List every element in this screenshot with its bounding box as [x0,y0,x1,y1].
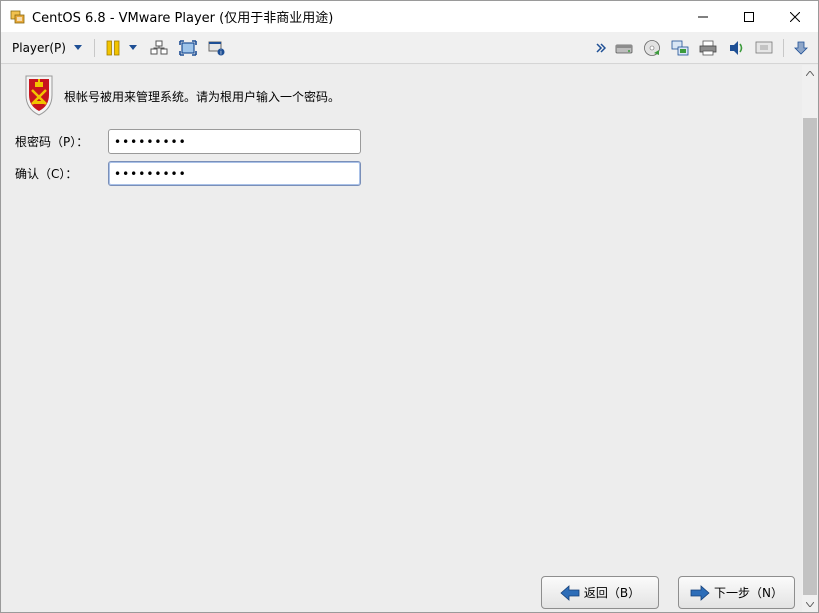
back-button[interactable]: 返回（B） [541,576,659,609]
arrow-left-icon [560,584,580,601]
confirm-password-row: 确认（C）： ••••••••• [15,161,361,186]
close-icon [790,11,800,22]
unity-icon[interactable]: i [208,39,226,57]
window-controls [680,1,818,32]
toolbar-divider [783,39,784,57]
fullscreen-icon[interactable] [179,39,197,57]
printer-icon[interactable] [699,39,717,57]
maximize-icon [744,11,754,22]
maximize-button[interactable] [726,1,772,32]
pause-icon[interactable] [104,39,122,57]
hard-disk-icon[interactable] [615,39,633,57]
confirm-password-field[interactable]: ••••••••• [108,161,361,186]
minimize-icon [698,16,708,17]
display-icon[interactable] [755,39,773,57]
root-password-label: 根密码（P）： [15,135,89,149]
chevron-down-icon [806,602,814,607]
vm-toolbar: Player(P) i [1,32,818,64]
confirm-password-label: 确认（C）： [15,167,78,181]
instruction-text: 根帐号被用来管理系统。请为根用户输入一个密码。 [64,89,341,104]
close-button[interactable] [772,1,818,32]
root-password-field[interactable]: ••••••••• [108,129,361,154]
scroll-down-button[interactable] [802,596,818,612]
next-button[interactable]: 下一步（N） [678,576,795,609]
title-bar: CentOS 6.8 - VMware Player (仅用于非商业用途) [1,1,818,32]
shield-icon [22,73,56,117]
window-title: CentOS 6.8 - VMware Player (仅用于非商业用途) [32,11,334,26]
chevron-up-icon [806,71,814,76]
installer-content: 根帐号被用来管理系统。请为根用户输入一个密码。 根密码（P）： ••••••••… [2,65,802,612]
next-button-label: 下一步（N） [714,586,783,600]
chevron-down-icon [73,45,82,50]
toolbar-divider [93,38,95,57]
scrollbar-thumb[interactable] [803,118,817,595]
more-devices-icon[interactable] [595,39,607,57]
cd-dvd-icon[interactable] [643,39,661,57]
vmware-player-window: CentOS 6.8 - VMware Player (仅用于非商业用途) Pl… [0,0,819,613]
sound-card-icon[interactable] [727,39,745,57]
vmware-icon [10,9,26,25]
download-icon[interactable] [792,39,810,57]
scroll-up-button[interactable] [802,65,818,82]
player-menu[interactable]: Player(P) [12,41,82,55]
device-toolbar [595,32,818,64]
network-adapter-icon[interactable] [671,39,689,57]
player-menu-label: Player(P) [12,40,66,55]
back-button-label: 返回（B） [583,586,641,600]
root-password-row: 根密码（P）： ••••••••• [15,129,361,154]
vertical-scrollbar[interactable] [802,65,818,612]
root-password-header: 根帐号被用来管理系统。请为根用户输入一个密码。 [22,73,340,117]
pause-dropdown-icon[interactable] [128,39,138,57]
arrow-right-icon [690,584,710,601]
minimize-button[interactable] [680,1,726,32]
send-ctrl-alt-del-icon[interactable] [150,39,168,57]
